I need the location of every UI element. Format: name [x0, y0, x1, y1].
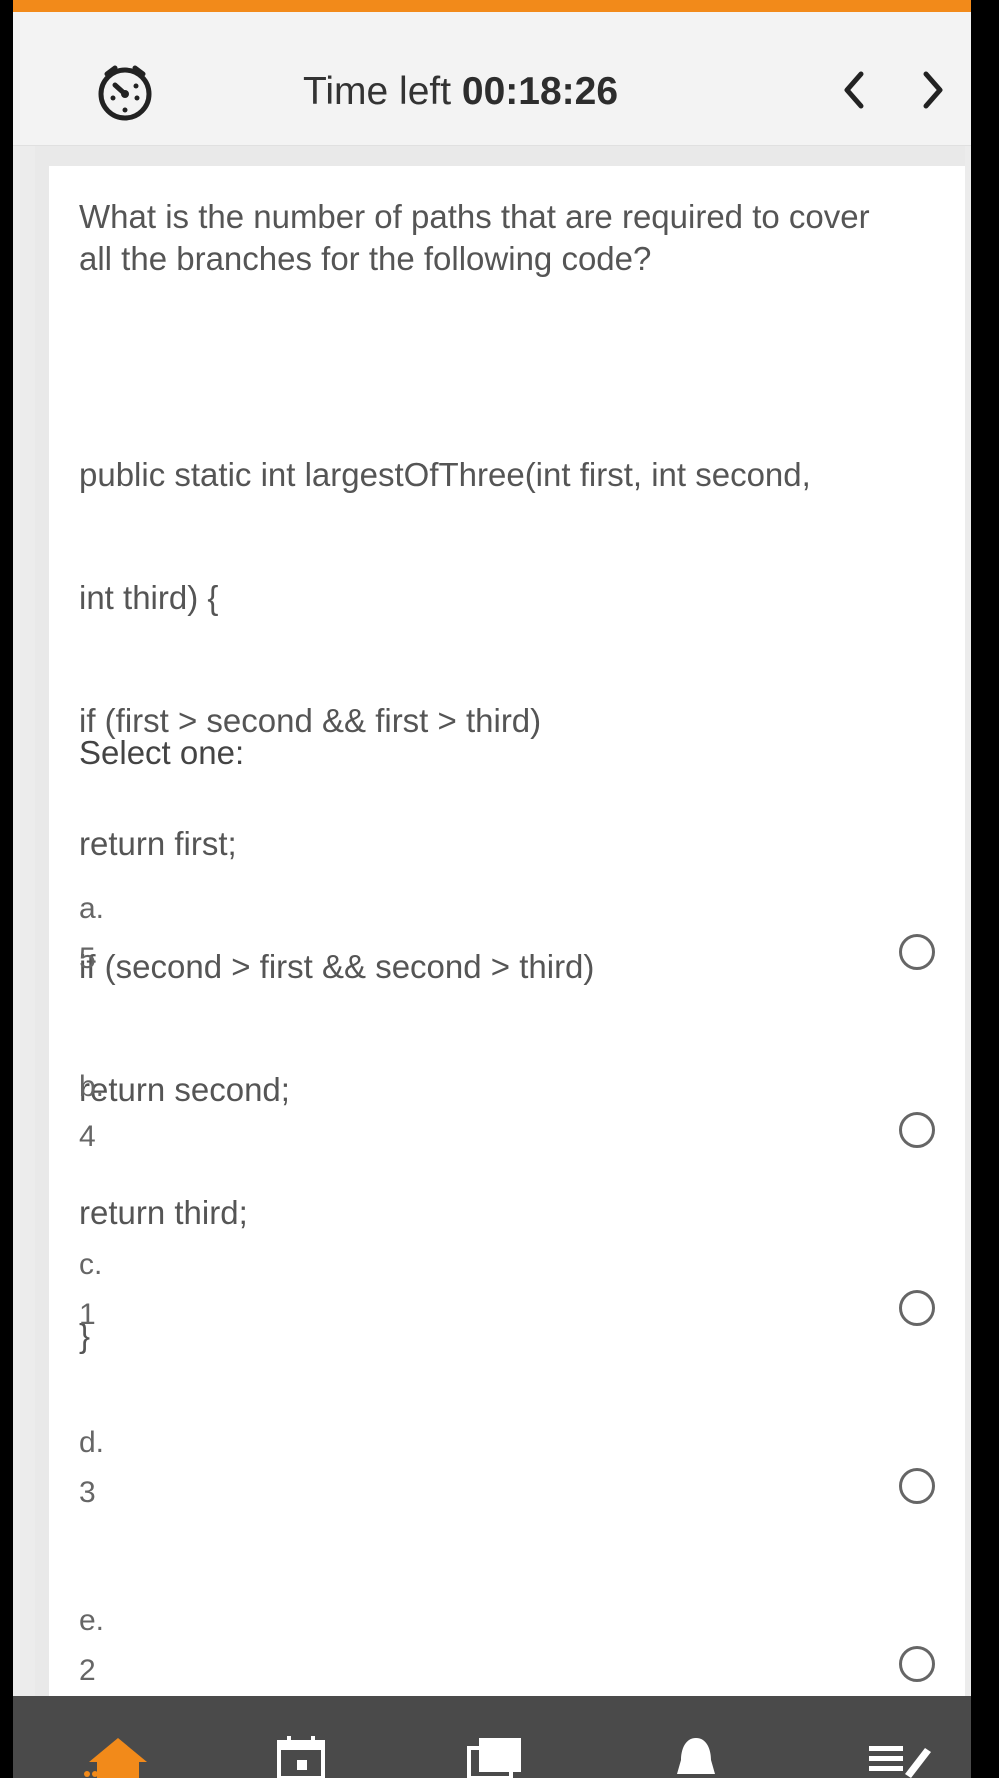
question-text: What is the number of paths that are req…: [79, 198, 870, 277]
code-line: return third;: [79, 1194, 248, 1231]
code-line: int third) {: [79, 579, 219, 616]
home-icon[interactable]: [83, 1736, 153, 1778]
courses-icon[interactable]: [465, 1736, 525, 1778]
top-accent-bar: [13, 0, 971, 12]
option-value: 5: [79, 942, 96, 975]
app-screen: Time left 00:18:26 What is the number of…: [13, 0, 971, 1778]
option-value: 2: [79, 1654, 96, 1687]
time-left: Time left 00:18:26: [303, 70, 618, 114]
option-letter: e.: [79, 1604, 105, 1637]
option-b[interactable]: b. 4: [79, 1070, 935, 1190]
bottom-navigation: [13, 1696, 971, 1778]
radio-button[interactable]: [899, 1112, 935, 1148]
quiz-header: Time left 00:18:26: [13, 12, 971, 146]
notifications-icon[interactable]: [673, 1736, 719, 1778]
option-letter: a.: [79, 892, 105, 925]
option-c[interactable]: c. 1: [79, 1248, 935, 1368]
radio-button[interactable]: [899, 1646, 935, 1682]
code-line: public static int largestOfThree(int fir…: [79, 456, 811, 493]
option-value: 4: [79, 1120, 96, 1153]
calendar-icon[interactable]: [277, 1736, 325, 1778]
question-container: What is the number of paths that are req…: [35, 146, 965, 1696]
option-a[interactable]: a. 5: [79, 892, 935, 1012]
chevron-right-icon[interactable]: [906, 64, 958, 116]
time-left-value: 00:18:26: [461, 70, 619, 113]
select-one-label: Select one:: [79, 734, 245, 771]
option-value: 3: [79, 1476, 96, 1509]
time-left-label: Time left: [303, 70, 452, 113]
menu-icon[interactable]: [865, 1736, 935, 1778]
option-value: 1: [79, 1298, 96, 1331]
timer-icon[interactable]: [93, 60, 157, 124]
device-frame: Time left 00:18:26 What is the number of…: [0, 0, 999, 1778]
option-letter: b.: [79, 1070, 105, 1103]
radio-button[interactable]: [899, 1290, 935, 1326]
radio-button[interactable]: [899, 1468, 935, 1504]
option-letter: c.: [79, 1248, 103, 1281]
question-card: What is the number of paths that are req…: [49, 166, 965, 1696]
code-line: return first;: [79, 825, 237, 862]
option-letter: d.: [79, 1426, 105, 1459]
chevron-left-icon[interactable]: [829, 64, 881, 116]
option-d[interactable]: d. 3: [79, 1426, 935, 1546]
radio-button[interactable]: [899, 934, 935, 970]
